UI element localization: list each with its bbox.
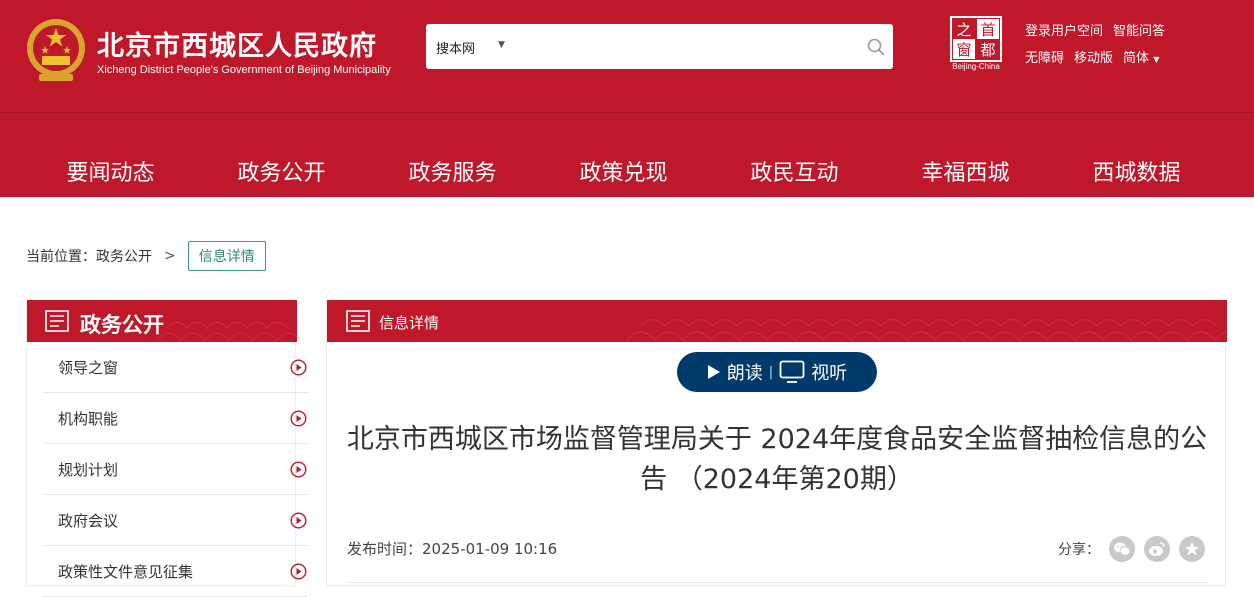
breadcrumb: 当前位置： 政务公开 > 信息详情 (26, 240, 266, 271)
nav-item-services[interactable]: 政务服务 (367, 155, 538, 187)
search-icon[interactable] (866, 37, 886, 57)
breadcrumb-parent[interactable]: 政务公开 (96, 246, 152, 266)
chevron-down-icon[interactable]: ▼ (498, 40, 505, 50)
sidebar-item-consultation[interactable]: 政策性文件意见征集 (43, 546, 307, 597)
video-label: 视听 (811, 363, 848, 384)
accessibility-link[interactable]: 无障碍 (1025, 47, 1064, 66)
sidebar-title: 政务公开 (80, 313, 164, 337)
sidebar-list: 领导之窗 机构职能 规划计划 政府会议 政策性文件意见征集 (43, 342, 307, 597)
sidebar-item-label: 领导之窗 (58, 358, 119, 377)
cloud-pattern (626, 319, 1227, 341)
reader-separator: | (768, 364, 774, 380)
national-emblem-icon (27, 19, 85, 81)
search-scope-select[interactable]: 搜本网 (436, 38, 475, 57)
language-select[interactable]: 简体 ▼ (1123, 47, 1159, 66)
svg-text:首: 首 (980, 21, 995, 39)
play-icon (707, 365, 720, 379)
site-subtitle: Xicheng District People's Government of … (97, 64, 391, 76)
wechat-icon[interactable] (1109, 536, 1135, 562)
main-nav: 要闻动态 政务公开 政务服务 政策兑现 政民互动 幸福西城 西城数据 (25, 155, 1225, 187)
document-icon (346, 310, 370, 332)
reader-bar: 朗读 | 视听 (677, 352, 877, 392)
share-bar: 分享： (1058, 536, 1205, 562)
nav-item-gov-affairs[interactable]: 政务公开 (196, 155, 367, 187)
svg-text:之: 之 (956, 21, 971, 39)
publish-time: 发布时间：2025-01-09 10:16 (347, 538, 557, 559)
favorite-icon[interactable] (1179, 536, 1205, 562)
circle-arrow-right-icon (290, 409, 307, 427)
publish-time-value: 2025-01-09 10:16 (422, 540, 558, 558)
circle-arrow-right-icon (290, 460, 307, 478)
breadcrumb-current: 信息详情 (187, 240, 266, 271)
search-input[interactable] (516, 32, 846, 61)
article-panel-header: 信息详情 (327, 300, 1227, 342)
sidebar-item-label: 规划计划 (58, 460, 119, 479)
monitor-icon (779, 360, 805, 383)
read-aloud-label: 朗读 (726, 363, 763, 384)
site-header: 北京市西城区人民政府 Xicheng District People's Gov… (0, 0, 1254, 197)
chevron-down-icon: ▼ (1153, 55, 1160, 64)
read-aloud-button[interactable]: 朗读 (707, 359, 763, 385)
sidebar-item-leaders[interactable]: 领导之窗 (43, 342, 307, 393)
sidebar-item-label: 机构职能 (58, 409, 119, 428)
seal-caption: Beijing-China (952, 62, 1000, 71)
weibo-icon[interactable] (1144, 536, 1170, 562)
header-divider (0, 112, 1254, 113)
sidebar-item-meetings[interactable]: 政府会议 (43, 495, 307, 546)
nav-item-policy[interactable]: 政策兑现 (538, 155, 709, 187)
nav-item-happy-xicheng[interactable]: 幸福西城 (880, 155, 1051, 187)
article-divider (347, 582, 1207, 583)
sidebar-item-label: 政策性文件意见征集 (58, 562, 194, 581)
search-box: 搜本网 ▼ (426, 24, 893, 69)
video-button[interactable]: 视听 (779, 359, 847, 385)
circle-arrow-right-icon (290, 511, 307, 529)
breadcrumb-separator: > (164, 247, 176, 264)
nav-item-news[interactable]: 要闻动态 (25, 155, 196, 187)
site-title[interactable]: 北京市西城区人民政府 (97, 24, 377, 63)
svg-text:都: 都 (980, 41, 995, 59)
document-icon (45, 310, 69, 332)
breadcrumb-prefix: 当前位置： (26, 248, 96, 265)
article-title: 北京市西城区市场监督管理局关于 2024年度食品安全监督抽检信息的公告 （202… (346, 424, 1208, 495)
smart-qa-link[interactable]: 智能问答 (1113, 20, 1165, 39)
article-panel-title: 信息详情 (379, 314, 440, 332)
language-label: 简体 (1123, 51, 1150, 66)
mobile-link[interactable]: 移动版 (1074, 47, 1113, 66)
circle-arrow-right-icon (290, 358, 307, 376)
publish-time-label: 发布时间： (347, 540, 423, 558)
sidebar: 政务公开 领导之窗 机构职能 规划计划 政府会议 政策性文件意见征集 (26, 300, 307, 597)
svg-text:窗: 窗 (956, 41, 971, 59)
sidebar-header: 政务公开 (27, 300, 297, 342)
sidebar-item-plans[interactable]: 规划计划 (43, 444, 307, 495)
article-panel: 信息详情 朗读 | 视听 北京市西城区市场监督管理局关于 2024年度食品安全监… (326, 300, 1227, 586)
nav-item-data[interactable]: 西城数据 (1051, 155, 1222, 187)
top-links: 登录用户空间 智能问答 无障碍 移动版 简体 ▼ (1025, 20, 1165, 74)
share-label: 分享： (1058, 542, 1100, 558)
sidebar-item-functions[interactable]: 机构职能 (43, 393, 307, 444)
nav-item-interaction[interactable]: 政民互动 (709, 155, 880, 187)
login-link[interactable]: 登录用户空间 (1025, 20, 1103, 39)
sidebar-item-label: 政府会议 (58, 511, 119, 530)
circle-arrow-right-icon (290, 562, 307, 580)
